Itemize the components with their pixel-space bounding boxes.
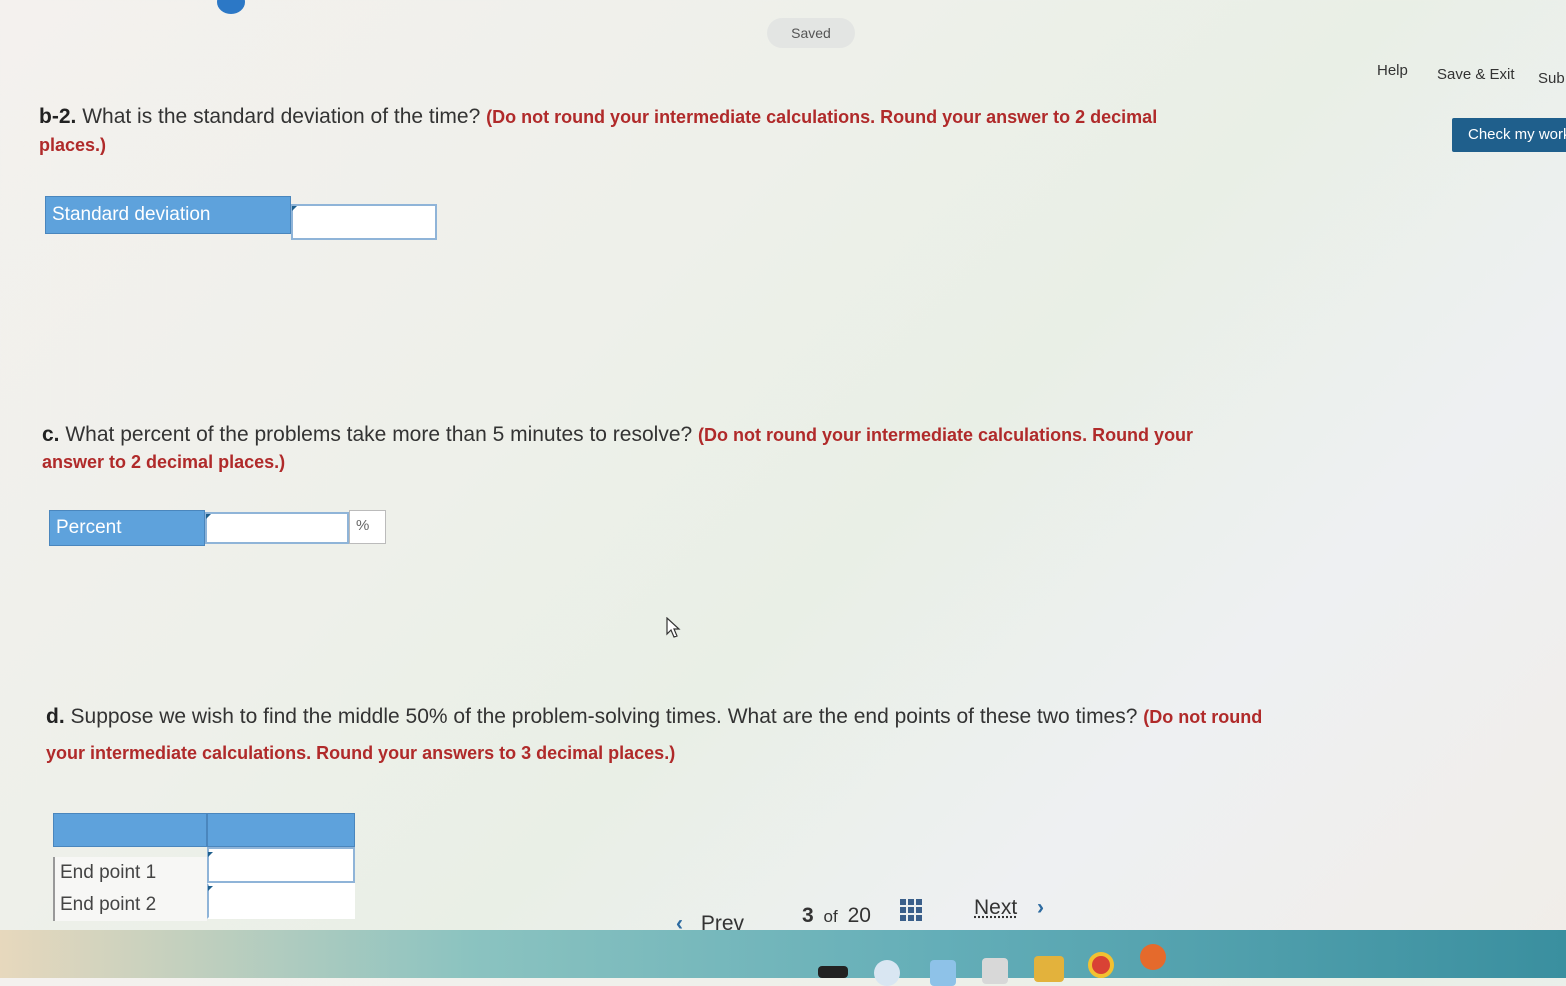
question-b2-number: b-2. — [39, 105, 76, 128]
next-label: Next — [974, 896, 1017, 919]
end-point-1-input[interactable] — [207, 847, 355, 883]
save-exit-link[interactable]: Save & Exit — [1437, 66, 1515, 83]
info-icon[interactable] — [217, 0, 245, 14]
percent-label: Percent — [49, 510, 205, 546]
question-d-instruction-cont: your intermediate calculations. Round yo… — [46, 743, 675, 763]
input-marker-icon — [206, 514, 211, 519]
question-c-text: What percent of the problems take more t… — [65, 423, 692, 446]
chrome-icon[interactable] — [1088, 952, 1114, 978]
percent-input[interactable] — [205, 512, 349, 544]
end-point-2-label: End point 2 — [53, 889, 207, 921]
folder-icon[interactable] — [1034, 956, 1064, 982]
end-point-2-input[interactable] — [207, 883, 355, 919]
question-c-instruction: (Do not round your intermediate calculat… — [698, 425, 1193, 445]
cursor-icon — [666, 617, 682, 639]
page-indicator: 3 of 20 — [802, 904, 871, 928]
question-d-instruction: (Do not round — [1143, 707, 1262, 727]
dropbox-icon[interactable] — [930, 960, 956, 986]
input-marker-icon — [208, 852, 213, 857]
table-header-cell — [207, 813, 355, 847]
grid-icon[interactable] — [900, 899, 922, 921]
standard-deviation-label: Standard deviation — [45, 196, 291, 234]
store-icon[interactable] — [982, 958, 1008, 984]
input-marker-icon — [208, 886, 213, 891]
question-b2-text: What is the standard deviation of the ti… — [82, 105, 480, 128]
check-my-work-button[interactable]: Check my work — [1452, 118, 1566, 152]
percent-unit: % — [349, 510, 386, 544]
chevron-right-icon: › — [1037, 896, 1044, 919]
question-d-number: d. — [46, 705, 65, 728]
question-c-number: c. — [42, 423, 60, 446]
submit-link[interactable]: Sub — [1538, 70, 1565, 87]
question-b2-instruction: (Do not round your intermediate calculat… — [486, 107, 1157, 127]
page-of: of — [824, 907, 838, 926]
edge-icon[interactable] — [874, 960, 900, 986]
next-button[interactable]: Next › — [974, 896, 1044, 920]
input-marker-icon — [292, 206, 297, 211]
firefox-icon[interactable] — [1140, 944, 1166, 970]
table-header-cell — [53, 813, 207, 847]
question-b2: b-2. What is the standard deviation of t… — [39, 104, 1279, 130]
question-c-instruction-cont: answer to 2 decimal places.) — [42, 452, 285, 472]
question-c: c. What percent of the problems take mor… — [42, 422, 1302, 448]
taskbar — [0, 930, 1566, 978]
help-link[interactable]: Help — [1377, 62, 1408, 79]
question-d: d. Suppose we wish to find the middle 50… — [46, 704, 1306, 730]
current-page: 3 — [802, 904, 814, 927]
saved-status: Saved — [767, 18, 855, 48]
total-pages: 20 — [848, 904, 871, 927]
end-point-1-label: End point 1 — [53, 857, 207, 889]
standard-deviation-input[interactable] — [291, 204, 437, 240]
terminal-icon[interactable] — [818, 966, 848, 978]
question-b2-instruction-cont: places.) — [39, 135, 106, 155]
question-d-text: Suppose we wish to find the middle 50% o… — [71, 705, 1138, 728]
